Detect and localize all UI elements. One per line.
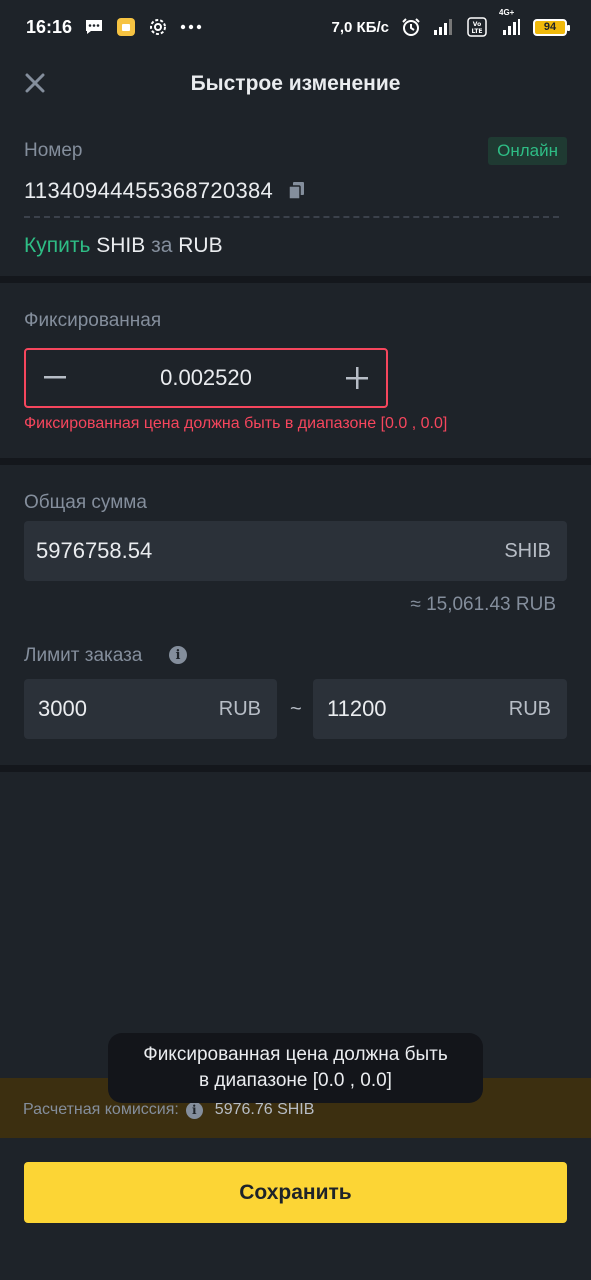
order-number: 11340944455368720384 [24, 178, 274, 203]
minus-icon [44, 376, 66, 379]
limit-label: Лимит заказа [24, 645, 143, 666]
copy-icon[interactable] [288, 181, 306, 206]
app-notification-icon [116, 17, 136, 37]
dashed-divider [24, 216, 559, 218]
status-time: 16:16 [26, 16, 73, 37]
fiat: RUB [178, 234, 223, 257]
plus-icon [345, 367, 368, 389]
limit-max-value: 11200 [327, 696, 387, 721]
close-button[interactable] [22, 70, 48, 96]
fee-label: Расчетная комиссия: [23, 1101, 179, 1118]
battery-level: 94 [543, 21, 557, 33]
status-bar: 16:16 7,0 КБ/с Vo LTE 4G+ 94 [0, 0, 591, 54]
fee-value: 5976.76 SHIB [214, 1101, 315, 1118]
battery-icon: 94 [533, 18, 570, 36]
svg-text:LTE: LTE [471, 28, 482, 35]
signal-icon [433, 18, 455, 36]
total-approx: ≈ 15,061.43 RUB [410, 594, 556, 615]
alarm-icon [401, 17, 421, 37]
limit-min-unit: RUB [218, 697, 261, 720]
page-title: Быстрое изменение [190, 72, 401, 95]
increase-button[interactable] [344, 365, 370, 391]
total-amount-unit: SHIB [504, 539, 551, 562]
status-badge: Онлайн [488, 137, 567, 165]
number-label: Номер [24, 140, 83, 161]
total-amount-value: 5976758.54 [36, 538, 153, 563]
close-icon [25, 73, 45, 93]
limit-max-field[interactable]: 11200 RUB [313, 679, 567, 739]
toast-message: Фиксированная цена должна быть в диапазо… [108, 1033, 483, 1103]
trade-pair: Купить SHIB за RUB [24, 234, 223, 258]
price-label: Фиксированная [24, 310, 162, 331]
header: Быстрое изменение [0, 54, 591, 114]
limit-separator: ~ [290, 698, 302, 720]
price-input[interactable]: 0.002520 [160, 365, 252, 391]
section-divider [0, 765, 591, 772]
lte-signal-icon: 4G+ [499, 8, 521, 36]
info-icon[interactable]: i [169, 646, 187, 664]
section-divider [0, 276, 591, 283]
save-button[interactable]: Сохранить [24, 1162, 567, 1223]
total-label: Общая сумма [24, 492, 147, 513]
svg-text:Vo: Vo [473, 21, 481, 28]
price-error: Фиксированная цена должна быть в диапазо… [24, 415, 448, 432]
decrease-button[interactable] [42, 365, 68, 391]
lte-label: 4G+ [499, 8, 515, 17]
limit-min-value: 3000 [38, 696, 87, 721]
settings-icon [148, 17, 168, 37]
limit-min-field[interactable]: 3000 RUB [24, 679, 277, 739]
limit-max-unit: RUB [508, 697, 551, 720]
message-icon [84, 18, 104, 36]
network-speed: 7,0 КБ/с [331, 18, 389, 36]
fee-info-icon[interactable]: i [185, 1101, 203, 1119]
buy-word: Купить [24, 234, 91, 257]
more-icon [180, 24, 202, 30]
asset: SHIB [96, 234, 146, 257]
total-amount-field[interactable]: 5976758.54 SHIB [24, 521, 567, 581]
for-word: за [151, 234, 173, 257]
price-stepper: 0.002520 [24, 348, 388, 408]
volte-icon: Vo LTE [467, 17, 487, 37]
section-divider [0, 458, 591, 465]
